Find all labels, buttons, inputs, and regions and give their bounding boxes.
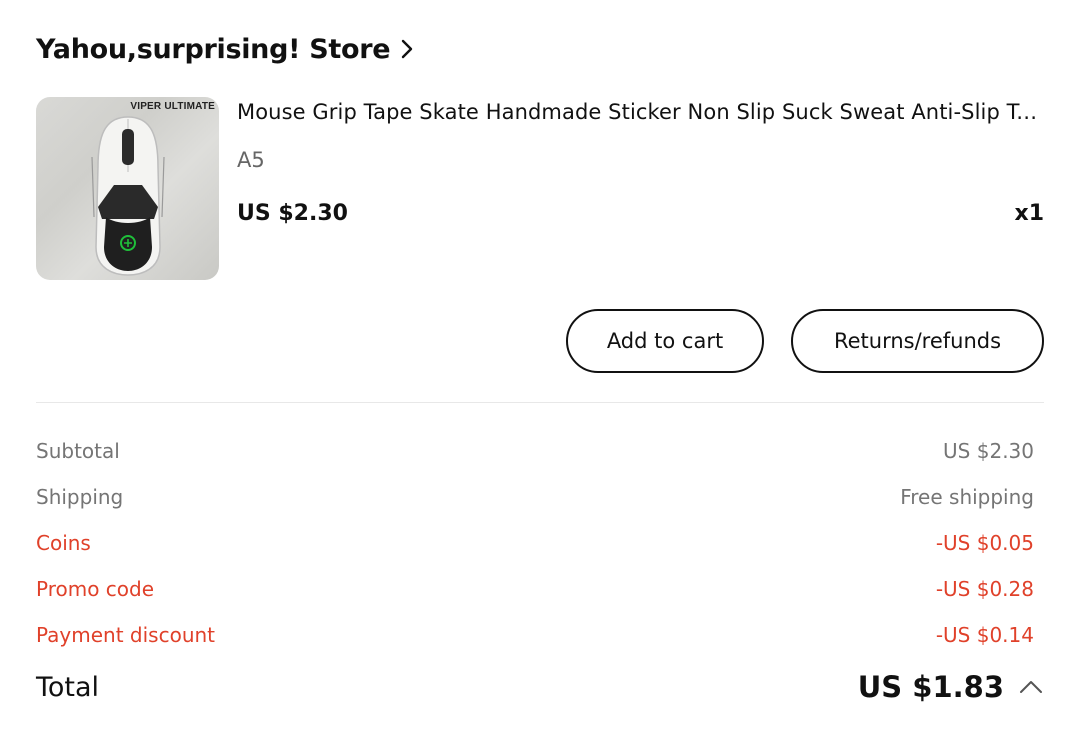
image-caption: VIPER ULTIMATE <box>130 101 215 112</box>
subtotal-row: Subtotal US $2.30 <box>36 436 1034 466</box>
payment-discount-row: Payment discount -US $0.14 <box>36 620 1034 650</box>
subtotal-value: US $2.30 <box>943 439 1034 463</box>
subtotal-label: Subtotal <box>36 439 120 463</box>
product-title[interactable]: Mouse Grip Tape Skate Handmade Sticker N… <box>237 100 1043 134</box>
payment-discount-value: -US $0.14 <box>935 623 1034 647</box>
coins-label: Coins <box>36 531 91 555</box>
total-value: US $1.83 <box>857 670 1004 704</box>
store-name: Yahou,surprising! Store <box>36 33 391 65</box>
product-quantity: x1 <box>1014 201 1045 226</box>
coins-row: Coins -US $0.05 <box>36 528 1034 558</box>
divider <box>36 402 1044 403</box>
total-label: Total <box>36 671 100 703</box>
promo-code-row: Promo code -US $0.28 <box>36 574 1034 604</box>
add-to-cart-button[interactable]: Add to cart <box>566 309 764 373</box>
payment-discount-label: Payment discount <box>36 623 216 647</box>
coins-value: -US $0.05 <box>935 531 1034 555</box>
mouse-illustration <box>91 116 165 276</box>
product-variant: A5 <box>237 148 265 172</box>
promo-code-label: Promo code <box>36 577 155 601</box>
shipping-row: Shipping Free shipping <box>36 482 1034 512</box>
chevron-up-icon[interactable] <box>1018 677 1044 697</box>
product-image[interactable]: VIPER ULTIMATE <box>36 97 219 280</box>
total-row[interactable]: Total US $1.83 <box>36 666 1044 708</box>
shipping-value: Free shipping <box>900 485 1034 509</box>
store-header[interactable]: Yahou,surprising! Store <box>36 28 416 70</box>
chevron-right-icon <box>400 37 416 61</box>
product-price: US $2.30 <box>237 201 348 226</box>
shipping-label: Shipping <box>36 485 124 509</box>
returns-refunds-button[interactable]: Returns/refunds <box>791 309 1044 373</box>
promo-code-value: -US $0.28 <box>935 577 1034 601</box>
